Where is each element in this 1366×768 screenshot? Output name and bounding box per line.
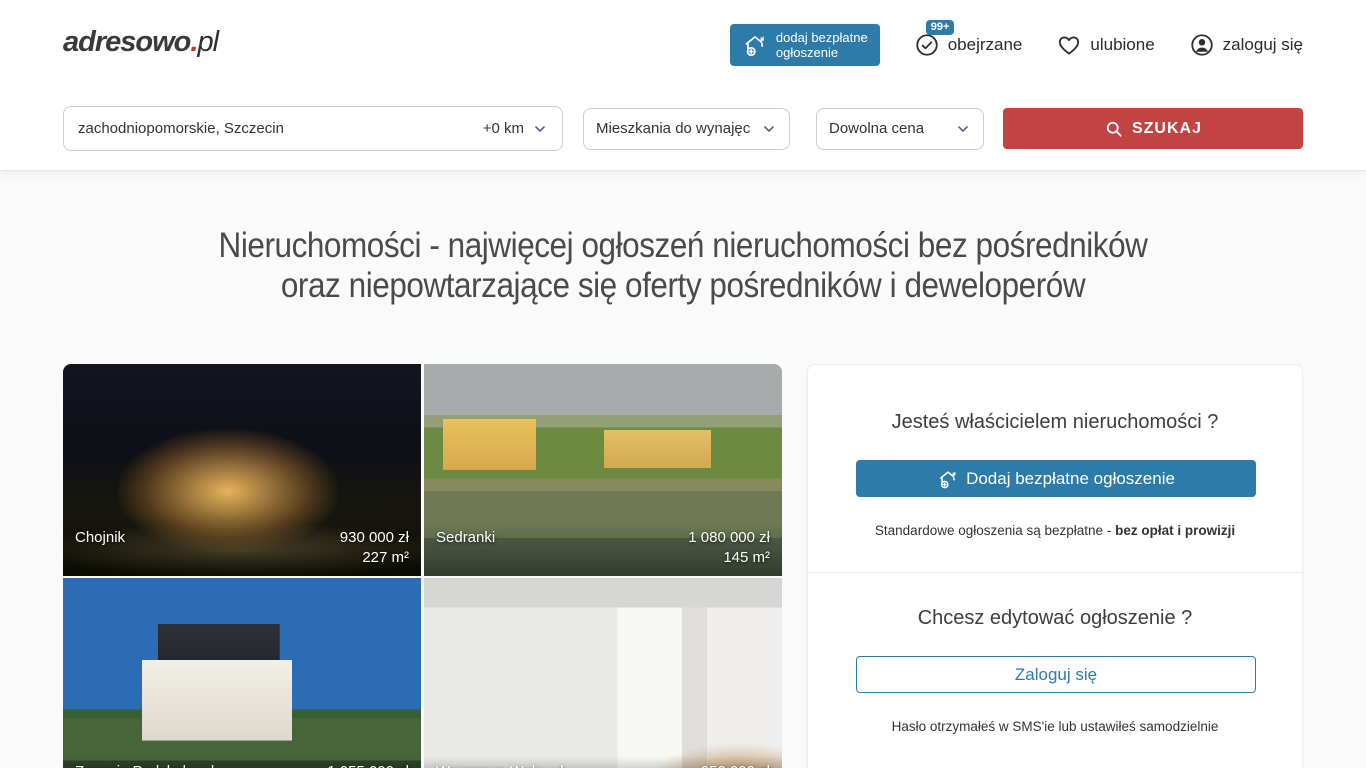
add-listing-line2: ogłoszenie — [776, 45, 838, 60]
listing-tile[interactable]: Chojnik 930 000 zł 227 m² — [63, 364, 421, 576]
listing-tile[interactable]: Sedranki 1 080 000 zł 145 m² — [424, 364, 782, 576]
price-select[interactable]: Dowolna cena — [816, 108, 984, 150]
viewed-link[interactable]: 99+ obejrzane — [914, 32, 1023, 58]
owner-note-bold: bez opłat i prowizji — [1115, 523, 1235, 538]
edit-heading: Chcesz edytować ogłoszenie ? — [856, 607, 1254, 630]
search-icon — [1104, 119, 1124, 139]
add-listing-button-text: dodaj bezpłatne ogłoszenie — [776, 30, 868, 60]
logo-text-tld: pl — [197, 26, 218, 58]
viewed-label: obejrzane — [948, 35, 1023, 55]
page-title-line2: oraz niepowtarzające się oferty pośredni… — [281, 266, 1085, 305]
page-title: Nieruchomości - najwięcej ogłoszeń nieru… — [68, 226, 1297, 306]
listing-overlay: Zagacie Podskale, ul. 1 055 000 zł — [63, 756, 421, 768]
login-label: zaloguj się — [1223, 35, 1303, 55]
search-button[interactable]: SZUKAJ — [1003, 108, 1303, 149]
listing-tile[interactable]: Zagacie Podskale, ul. 1 055 000 zł — [63, 578, 421, 768]
listing-name: Zagacie Podskale, ul. — [75, 762, 218, 768]
radius-dropdown[interactable]: +0 km — [483, 120, 548, 137]
favorites-label: ulubione — [1090, 35, 1154, 55]
header: adresowo.pl dodaj bezpłatne ogło — [0, 0, 1366, 170]
main-content: Chojnik 930 000 zł 227 m² Sedranki 1 080… — [63, 364, 1303, 768]
login-link[interactable]: zaloguj się — [1189, 32, 1303, 58]
chevron-down-icon — [955, 121, 971, 137]
logo[interactable]: adresowo.pl — [63, 26, 218, 59]
edit-note: Hasło otrzymałeś w SMS'ie lub ustawiłeś … — [856, 719, 1254, 734]
viewed-count-badge: 99+ — [926, 20, 955, 35]
login-button[interactable]: Zaloguj się — [856, 656, 1256, 693]
owner-heading: Jesteś właścicielem nieruchomości ? — [856, 411, 1254, 434]
listing-area: 145 m² — [723, 548, 770, 568]
house-plus-icon — [937, 468, 959, 490]
category-select[interactable]: Mieszkania do wynajęc — [583, 108, 790, 150]
location-input[interactable]: zachodniopomorskie, Szczecin +0 km — [63, 106, 563, 151]
logo-text-main: adresowo — [63, 26, 190, 58]
owner-note-prefix: Standardowe ogłoszenia są bezpłatne - — [875, 523, 1115, 538]
house-plus-icon — [742, 32, 768, 58]
favorites-link[interactable]: ulubione — [1056, 32, 1154, 58]
page: adresowo.pl dodaj bezpłatne ogło — [0, 0, 1366, 768]
add-free-listing-button[interactable]: Dodaj bezpłatne ogłoszenie — [856, 460, 1256, 497]
check-circle-icon — [914, 32, 940, 58]
login-button-label: Zaloguj się — [1015, 665, 1097, 685]
listing-tile[interactable]: Warszawa Wola, ul. 950 000 zł — [424, 578, 782, 768]
header-inner: adresowo.pl dodaj bezpłatne ogło — [63, 0, 1303, 170]
listing-price: 1 055 000 zł — [327, 762, 409, 768]
listing-price: 1 080 000 zł — [688, 528, 770, 548]
header-actions: dodaj bezpłatne ogłoszenie 99+ obejrzane — [730, 24, 1303, 66]
chevron-down-icon — [761, 121, 777, 137]
heart-icon — [1056, 32, 1082, 58]
listing-name: Sedranki — [436, 528, 495, 548]
property-photo — [424, 578, 782, 768]
owner-note: Standardowe ogłoszenia są bezpłatne - be… — [856, 523, 1254, 538]
property-photo — [63, 578, 421, 768]
listing-overlay: Sedranki 1 080 000 zł 145 m² — [424, 522, 782, 576]
search-bar: zachodniopomorskie, Szczecin +0 km Miesz… — [63, 106, 1303, 151]
user-circle-icon — [1189, 32, 1215, 58]
listing-name: Warszawa Wola, ul. — [436, 762, 568, 768]
add-listing-button[interactable]: dodaj bezpłatne ogłoszenie — [730, 24, 880, 66]
add-listing-line1: dodaj bezpłatne — [776, 30, 868, 45]
add-free-listing-label: Dodaj bezpłatne ogłoszenie — [966, 469, 1175, 489]
search-button-label: SZUKAJ — [1132, 120, 1202, 138]
listing-price: 950 000 zł — [701, 762, 770, 768]
listing-overlay: Warszawa Wola, ul. 950 000 zł — [424, 756, 782, 768]
listing-price: 930 000 zł — [340, 528, 409, 548]
category-value: Mieszkania do wynajęc — [596, 120, 750, 137]
location-value: zachodniopomorskie, Szczecin — [78, 120, 483, 137]
sidebar-divider — [808, 572, 1302, 573]
page-title-line1: Nieruchomości - najwięcej ogłoszeń nieru… — [219, 226, 1148, 265]
radius-value: +0 km — [483, 120, 524, 137]
listing-grid: Chojnik 930 000 zł 227 m² Sedranki 1 080… — [63, 364, 782, 768]
owner-sidebar-card: Jesteś właścicielem nieruchomości ? Doda… — [807, 364, 1303, 768]
listing-area: 227 m² — [362, 548, 409, 568]
price-value: Dowolna cena — [829, 120, 924, 137]
listing-overlay: Chojnik 930 000 zł 227 m² — [63, 522, 421, 576]
listing-name: Chojnik — [75, 528, 125, 548]
chevron-down-icon — [532, 121, 548, 137]
